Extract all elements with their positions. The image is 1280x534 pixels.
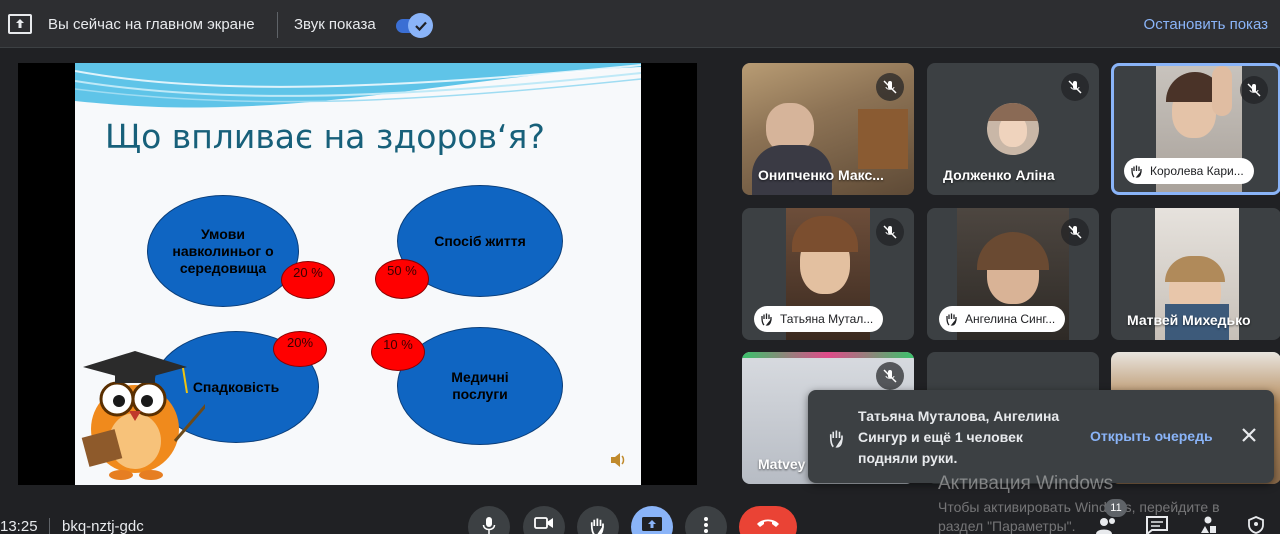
camera-icon [534, 517, 553, 529]
raised-hand-icon [1131, 165, 1142, 178]
participant-name-pill: Татьяна Мутал... [754, 306, 884, 332]
factor-label: Спосіб життя [434, 232, 526, 249]
leave-call-button[interactable] [739, 506, 797, 534]
participant-name-pill: Ангелина Синг... [939, 306, 1066, 332]
raised-hands-notification: Татьяна Муталова, Ангелина Сингур и ещё … [808, 390, 1274, 483]
participant-tile[interactable]: Матвей Михедько [1111, 208, 1280, 340]
percent-badge: 50 % [375, 259, 429, 299]
mic-off-icon [876, 362, 904, 390]
owl-professor-image [81, 351, 205, 480]
open-queue-button[interactable]: Открыть очередь [1090, 428, 1213, 444]
participant-tile-speaking[interactable]: Королева Кари... [1111, 63, 1280, 195]
avatar [987, 103, 1039, 155]
percent-badge: 10 % [371, 333, 425, 371]
check-icon [414, 21, 427, 31]
sound-toggle[interactable] [408, 13, 433, 38]
factor-label: Медичні послуги [451, 369, 509, 402]
microphone-button[interactable] [468, 506, 510, 534]
sound-label: Звук показа [294, 16, 376, 33]
present-screen-icon [642, 517, 662, 531]
factor-label: Умови навколиньог о середовища [172, 225, 274, 276]
close-icon[interactable] [1240, 426, 1258, 444]
slide-wave-decoration [75, 63, 641, 108]
participant-tile[interactable]: Онипченко Макс... [742, 63, 914, 195]
camera-button[interactable] [523, 506, 565, 534]
participant-name: Matvey [758, 456, 806, 472]
divider [277, 12, 278, 38]
stop-presenting-button[interactable]: Остановить показ [1144, 16, 1268, 33]
divider [49, 518, 50, 534]
notification-message: Татьяна Муталова, Ангелина Сингур и ещё … [858, 408, 1060, 466]
slide: Що впливає на здоров‘я? Умови навколиньо… [75, 63, 641, 485]
clock: 13:25 [0, 518, 38, 534]
microphone-icon [482, 517, 496, 534]
presenting-bar: Вы сейчас на главном экране Звук показа … [0, 0, 1280, 48]
participant-name-pill: Королева Кари... [1124, 158, 1254, 184]
participant-name: Королева Кари... [1150, 164, 1244, 178]
participant-name: Онипченко Макс... [758, 167, 884, 183]
raise-hand-button[interactable] [577, 506, 619, 534]
mic-off-icon [1240, 76, 1268, 104]
participant-name: Ангелина Синг... [965, 312, 1056, 326]
people-icon[interactable] [1096, 516, 1118, 534]
participant-tile[interactable]: Татьяна Мутал... [742, 208, 914, 340]
percent-badge: 20% [273, 331, 327, 367]
factor-label: Спадковість [192, 378, 280, 395]
participant-name: Татьяна Мутал... [780, 312, 874, 326]
meeting-code: bkq-nztj-gdc [62, 518, 144, 534]
mic-off-icon [1061, 73, 1089, 101]
hang-up-icon [757, 519, 779, 527]
raised-hand-icon [761, 313, 772, 326]
percent-badge: 20 % [281, 261, 335, 299]
participant-tile[interactable]: Ангелина Синг... [927, 208, 1099, 340]
mic-off-icon [876, 218, 904, 246]
participant-name: Матвей Михедько [1127, 312, 1251, 328]
raised-hand-icon [946, 313, 957, 326]
participant-name: Долженко Аліна [943, 167, 1055, 183]
slide-title: Що впливає на здоров‘я? [105, 117, 545, 156]
host-controls-icon[interactable] [1247, 516, 1265, 534]
more-options-button[interactable] [685, 506, 727, 534]
windows-activation-title: Активация Windows [938, 473, 1114, 494]
raise-hand-icon [590, 518, 604, 534]
more-vert-icon [704, 517, 708, 533]
mic-off-icon [876, 73, 904, 101]
mic-off-icon [1061, 218, 1089, 246]
raised-hand-icon [829, 430, 843, 448]
participants-count-badge: 11 [1105, 499, 1127, 517]
activities-icon[interactable] [1198, 516, 1218, 534]
present-now-button[interactable] [631, 506, 673, 534]
factor-environment: Умови навколиньог о середовища [147, 195, 299, 307]
participant-tile[interactable]: Долженко Аліна [927, 63, 1099, 195]
speaker-icon[interactable] [608, 450, 628, 470]
presenting-status: Вы сейчас на главном экране [48, 16, 255, 33]
present-screen-icon [8, 14, 32, 34]
chat-icon[interactable] [1146, 516, 1168, 534]
